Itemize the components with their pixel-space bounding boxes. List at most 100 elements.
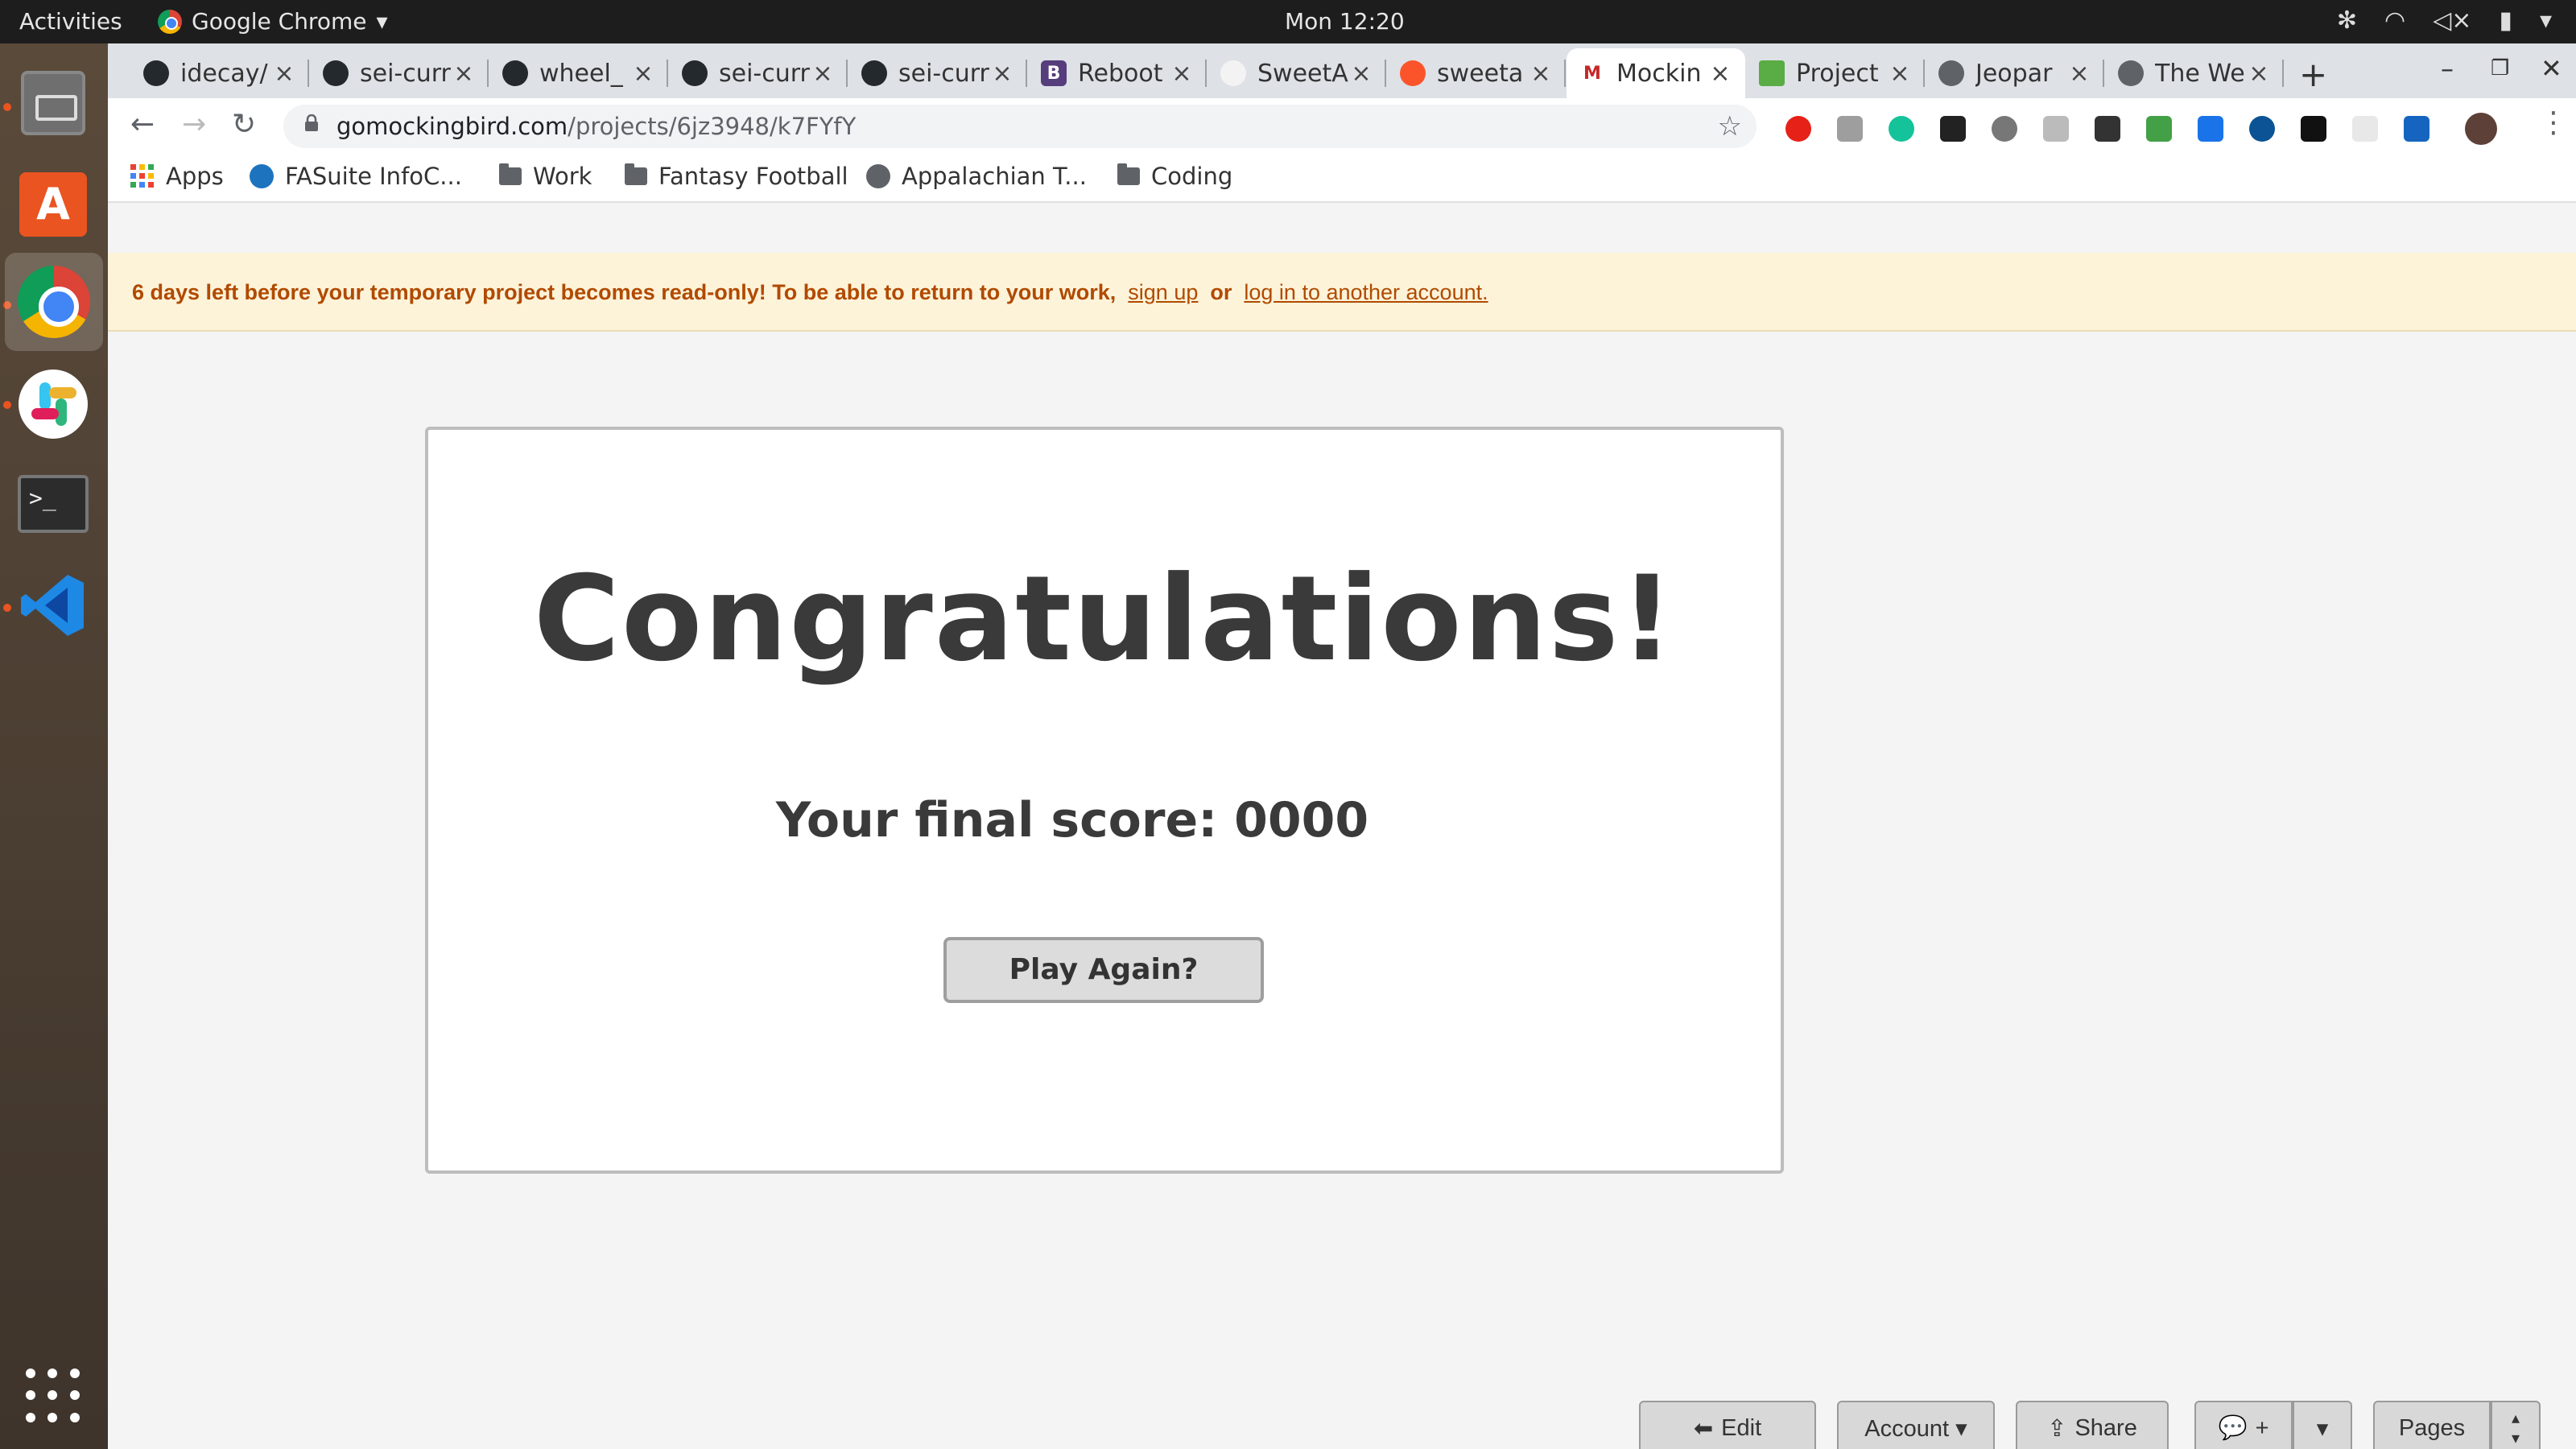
edit-button[interactable]: ⬅ Edit [1639, 1401, 1816, 1449]
bookmark-appalachian[interactable]: Appalachian T... [866, 163, 1087, 190]
address-bar[interactable]: gomockingbird.com/projects/6jz3948/k7FYf… [283, 105, 1757, 148]
browser-tab[interactable]: wheel_ × [489, 48, 668, 98]
bookmark-label: Fantasy Football [658, 163, 848, 190]
close-tab-icon[interactable]: × [1170, 60, 1194, 88]
browser-tab[interactable]: Jeopar × [1926, 48, 2104, 98]
bookmark-folder-coding[interactable]: Coding [1117, 163, 1232, 190]
terminal-app[interactable]: >_ [14, 465, 92, 543]
new-tab-button[interactable]: + [2299, 55, 2327, 94]
browser-tab[interactable]: The We × [2105, 48, 2284, 98]
add-comment-button[interactable]: 💬 + [2194, 1401, 2293, 1449]
chevron-up-icon[interactable]: ▴ [2512, 1408, 2520, 1428]
chevron-down-icon[interactable]: ▾ [2512, 1428, 2520, 1448]
browser-tab[interactable]: SweetA × [1208, 48, 1386, 98]
minimize-button[interactable]: – [2441, 53, 2454, 84]
bookmark-folder-fantasy-football[interactable]: Fantasy Football [625, 163, 848, 190]
battery-icon[interactable]: ▮ [2499, 6, 2512, 35]
close-tab-icon[interactable]: × [990, 60, 1014, 88]
shield-extension-icon[interactable] [2146, 116, 2172, 142]
browser-tab[interactable]: B Reboot × [1028, 48, 1207, 98]
adblock-extension-icon[interactable] [1785, 116, 1811, 142]
extension-icon[interactable] [2352, 116, 2378, 142]
font-extension-icon[interactable] [2301, 116, 2326, 142]
chevron-down-icon[interactable]: ▾ [2540, 6, 2552, 35]
browser-tab[interactable]: sei-curr × [848, 48, 1027, 98]
share-icon: ⇪ [2047, 1415, 2067, 1442]
system-top-bar: Activities Google Chrome ▾ Mon 12:20 ✻ ◠… [0, 0, 2576, 43]
chrome-app[interactable] [5, 253, 103, 351]
close-tab-icon[interactable]: × [452, 60, 476, 88]
rss-extension-icon[interactable] [1940, 116, 1966, 142]
close-window-button[interactable]: ✕ [2541, 53, 2562, 84]
bookmark-fasuite[interactable]: FASuite InfoC... [250, 163, 462, 190]
slack-app[interactable] [14, 365, 92, 443]
add-comment-label: + [2255, 1414, 2269, 1441]
close-tab-icon[interactable]: × [631, 60, 655, 88]
tab-title: sei-curr [360, 59, 451, 88]
pages-button[interactable]: Pages [2373, 1401, 2491, 1449]
system-tray[interactable]: ✻ ◠ ◁× ▮ ▾ [2337, 6, 2552, 35]
volume-muted-icon[interactable]: ◁× [2433, 6, 2471, 35]
browser-tab[interactable]: idecay/× [130, 48, 309, 98]
eye-extension-icon[interactable] [2249, 116, 2275, 142]
back-button[interactable]: ← [130, 108, 155, 141]
files-app[interactable] [14, 64, 92, 142]
close-tab-icon[interactable]: × [1349, 60, 1373, 88]
extension-icon[interactable] [2095, 116, 2120, 142]
activities-button[interactable]: Activities [19, 8, 122, 35]
app-menu[interactable]: Google Chrome ▾ [158, 8, 388, 35]
vscode-app[interactable] [14, 567, 92, 644]
tab-title: sei-curr [719, 59, 810, 88]
close-tab-icon[interactable]: × [2247, 60, 2271, 88]
extension-icon[interactable] [1992, 116, 2017, 142]
congratulations-heading: Congratulations! [533, 551, 1676, 687]
chrome-icon [158, 9, 182, 34]
extension-icon[interactable] [2043, 116, 2069, 142]
apps-grid-icon [130, 164, 155, 188]
close-tab-icon[interactable]: × [1888, 60, 1912, 88]
tab-title: Project [1796, 59, 1879, 88]
slack-tray-icon[interactable]: ✻ [2337, 6, 2357, 35]
restore-button[interactable]: ❐ [2491, 56, 2509, 80]
pages-stepper[interactable]: ▴ ▾ [2491, 1401, 2541, 1449]
chrome-menu-icon[interactable]: ⋮ [2539, 106, 2568, 139]
close-tab-icon[interactable]: × [811, 60, 835, 88]
software-app[interactable]: A [14, 166, 92, 243]
grammarly-extension-icon[interactable] [1889, 116, 1914, 142]
forward-button[interactable]: → [182, 108, 206, 141]
profile-avatar[interactable] [2465, 113, 2497, 145]
play-again-button[interactable]: Play Again? [943, 937, 1264, 1003]
bookmark-star-icon[interactable]: ☆ [1718, 105, 1742, 148]
extension-icon[interactable] [1837, 116, 1863, 142]
share-button[interactable]: ⇪ Share [2016, 1401, 2169, 1449]
system-clock[interactable]: Mon 12:20 [1285, 8, 1405, 35]
sweetalert-icon [1220, 60, 1246, 86]
browser-tab[interactable]: Project × [1746, 48, 1925, 98]
search-extension-icon[interactable] [2198, 116, 2223, 142]
wifi-icon[interactable]: ◠ [2384, 6, 2405, 35]
show-applications-button[interactable] [26, 1368, 82, 1425]
browser-tab[interactable]: sei-curr × [669, 48, 848, 98]
account-button[interactable]: Account ▾ [1837, 1401, 1995, 1449]
comment-dropdown-button[interactable]: ▾ [2293, 1401, 2352, 1449]
comment-icon: 💬 [2218, 1415, 2248, 1441]
bookmark-apps[interactable]: Apps [130, 163, 224, 190]
close-tab-icon[interactable]: × [1529, 60, 1553, 88]
login-link[interactable]: log in to another account. [1244, 280, 1488, 304]
folder-icon [499, 163, 522, 185]
signup-link[interactable]: sign up [1128, 280, 1198, 304]
close-tab-icon[interactable]: × [1708, 60, 1732, 88]
browser-tab[interactable]: sweeta × [1387, 48, 1566, 98]
close-tab-icon[interactable]: × [272, 60, 296, 88]
globe-icon [866, 164, 890, 188]
extension-icon[interactable] [2404, 116, 2429, 142]
browser-tab[interactable]: sei-curr × [310, 48, 489, 98]
browser-tab[interactable]: M Mockin × [1567, 48, 1745, 98]
bookmark-folder-work[interactable]: Work [499, 163, 592, 190]
terminal-icon: >_ [18, 475, 89, 533]
running-indicator [3, 401, 11, 409]
read-only-warning-banner: 6 days left before your temporary projec… [108, 253, 2576, 332]
url-domain: gomockingbird.com [336, 113, 568, 140]
close-tab-icon[interactable]: × [2067, 60, 2091, 88]
reload-button[interactable]: ↻ [232, 108, 256, 141]
